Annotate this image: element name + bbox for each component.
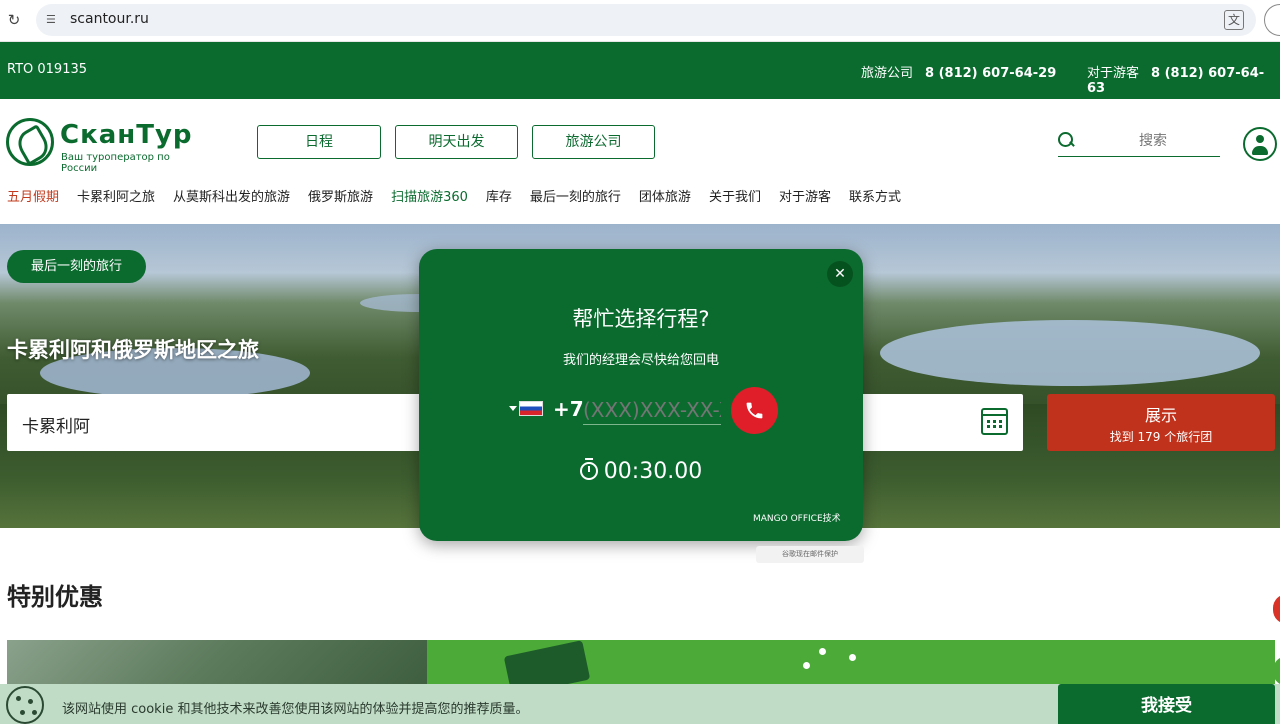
nav-last-minute[interactable]: 最后一刻的旅行 xyxy=(530,186,621,206)
close-icon[interactable]: ✕ xyxy=(827,261,853,287)
translate-icon[interactable]: 文 xyxy=(1224,10,1244,30)
russia-flag-icon xyxy=(519,401,543,416)
show-button-count: 找到 179 个旅行团 xyxy=(1109,430,1213,444)
agencies-button[interactable]: 旅游公司 xyxy=(532,125,655,159)
schedule-button[interactable]: 日程 xyxy=(257,125,381,159)
countdown-timer: 00:30.00 xyxy=(419,458,863,484)
search-icon[interactable] xyxy=(1058,132,1074,148)
main-nav: 五月假期 卡累利阿之旅 从莫斯科出发的旅游 俄罗斯旅游 扫描旅游360 库存 最… xyxy=(7,186,919,206)
caret-down-icon xyxy=(509,406,517,411)
cookie-icon xyxy=(6,686,44,724)
last-minute-badge[interactable]: 最后一刻的旅行 xyxy=(7,250,147,283)
destination-value: 卡累利阿 xyxy=(22,417,90,437)
callback-modal: ✕ 帮忙选择行程? 我们的经理会尽快给您回电 +7 00:30.00 MANGO… xyxy=(419,249,863,541)
rto-number: RTO 019135 xyxy=(7,62,88,77)
nav-for-tourists[interactable]: 对于游客 xyxy=(779,186,831,206)
nav-may-holidays[interactable]: 五月假期 xyxy=(7,186,59,206)
nav-scantour-360[interactable]: 扫描旅游360 xyxy=(391,186,468,206)
phone-icon xyxy=(746,402,763,419)
phone-prefix: +7 xyxy=(553,397,584,421)
modal-title: 帮忙选择行程? xyxy=(572,307,710,331)
stopwatch-icon xyxy=(579,458,598,480)
special-offers-title: 特别优惠 xyxy=(7,583,103,611)
promo-dot xyxy=(819,648,826,655)
calendar-icon[interactable] xyxy=(981,408,1008,435)
show-button-title: 展示 xyxy=(1144,406,1177,425)
timer-value: 00:30.00 xyxy=(603,459,703,484)
departure-tomorrow-button[interactable]: 明天出发 xyxy=(395,125,518,159)
agencies-contact: 旅游公司 8 (812) 607-64-29 xyxy=(861,62,1056,81)
logo-tagline: Ваш туроператор по России xyxy=(61,152,170,174)
browser-profile-icon[interactable] xyxy=(1264,4,1280,36)
browser-toolbar: ↻ ☰ scantour.ru 文 xyxy=(0,0,1280,42)
user-account-icon[interactable] xyxy=(1243,127,1277,161)
country-select[interactable] xyxy=(509,401,547,417)
protection-note[interactable]: 谷歌现在邮件保护 xyxy=(756,546,864,563)
cookie-accept-button[interactable]: 我接受 xyxy=(1058,684,1275,724)
agencies-phone-link[interactable]: 8 (812) 607-64-29 xyxy=(925,66,1056,81)
search-box xyxy=(1058,127,1220,157)
promo-dot xyxy=(849,654,856,661)
nav-tours-from-moscow[interactable]: 从莫斯科出发的旅游 xyxy=(173,186,290,206)
side-widget-red[interactable] xyxy=(1273,594,1280,624)
top-info-bar: RTO 019135 旅游公司 8 (812) 607-64-29 对于游客 8 (… xyxy=(0,42,1280,99)
site-logo[interactable]: СканТур Ваш туроператор по России xyxy=(6,118,206,174)
nav-about-us[interactable]: 关于我们 xyxy=(709,186,761,206)
show-tours-button[interactable]: 展示 找到 179 个旅行团 xyxy=(1047,394,1275,451)
phone-input[interactable] xyxy=(583,395,721,425)
nav-russia-tours[interactable]: 俄罗斯旅游 xyxy=(308,186,373,206)
promo-dot xyxy=(803,662,810,669)
nav-group-tours[interactable]: 团体旅游 xyxy=(639,186,691,206)
call-button[interactable] xyxy=(731,387,778,434)
hero-lake xyxy=(880,320,1260,386)
nav-contacts[interactable]: 联系方式 xyxy=(849,186,901,206)
modal-subtitle: 我们的经理会尽快给您回电 xyxy=(562,353,719,368)
nav-stock[interactable]: 库存 xyxy=(486,186,512,206)
nav-karelia-tours[interactable]: 卡累利阿之旅 xyxy=(77,186,155,206)
agencies-label: 旅游公司 xyxy=(861,66,914,81)
search-input[interactable] xyxy=(1088,129,1218,153)
logo-name: СканТур xyxy=(60,120,193,150)
powered-by-link[interactable]: MANGO OFFICE技术 xyxy=(753,511,841,524)
cookie-text: 该网站使用 cookie 和其他技术来改善您使用该网站的体验并提高您的推荐质量。 xyxy=(62,702,529,717)
site-settings-icon[interactable]: ☰ xyxy=(46,12,62,28)
logo-emblem-icon xyxy=(6,118,54,166)
url-text: scantour.ru xyxy=(70,11,149,27)
reload-icon[interactable]: ↻ xyxy=(4,10,24,30)
address-bar[interactable]: ☰ scantour.ru 文 xyxy=(36,4,1256,36)
tourists-contact: 对于游客 8 (812) 607-64-63 xyxy=(1087,62,1280,96)
tourists-label: 对于游客 xyxy=(1087,66,1140,81)
hero-title: 卡累利阿和俄罗斯地区之旅 xyxy=(7,338,259,362)
